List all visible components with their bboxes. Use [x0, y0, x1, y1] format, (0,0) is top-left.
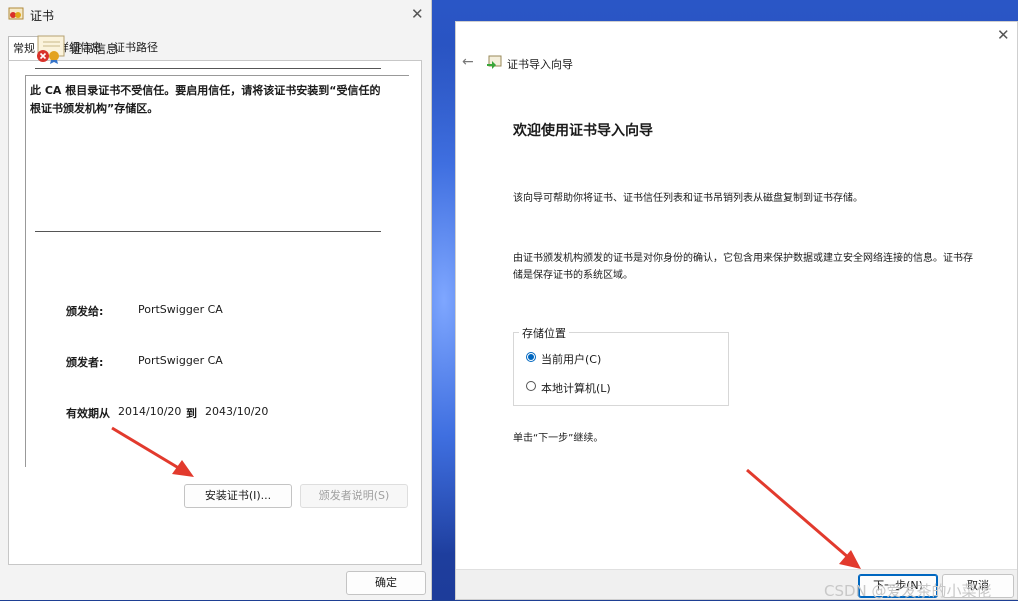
wizard-heading: 欢迎使用证书导入向导 — [513, 123, 653, 139]
certificate-titlebar: 证书 ✕ — [0, 0, 432, 28]
valid-to-label: 到 — [186, 407, 197, 420]
radio-label: 本地计算机(L) — [541, 382, 611, 395]
wizard-title: 证书导入向导 — [507, 58, 573, 71]
wizard-description-text: 由证书颁发机构颁发的证书是对你身份的确认，它包含用来保护数据或建立安全网络连接的… — [513, 253, 973, 281]
radio-label: 当前用户(C) — [541, 353, 602, 366]
certificate-import-wizard: ✕ ← 证书导入向导 欢迎使用证书导入向导 该向导可帮助你将证书、证书信任列表和… — [455, 21, 1018, 600]
issuer-statement-button[interactable]: 颁发者说明(S) — [300, 484, 408, 508]
divider — [35, 68, 381, 69]
radio-button-checked[interactable] — [526, 352, 536, 362]
valid-from-label: 有效期从 — [66, 407, 110, 420]
watermark-text: CSDN @爱发茶的小菜佬 — [824, 582, 992, 600]
valid-to-value: 2043/10/20 — [205, 405, 269, 418]
certificate-error-icon — [37, 35, 65, 64]
info-title: 证书信息 — [70, 42, 119, 56]
install-certificate-button[interactable]: 安装证书(I)... — [184, 484, 292, 508]
certificate-import-icon — [487, 55, 502, 69]
ok-button[interactable]: 确定 — [346, 571, 426, 595]
certificate-dialog: 证书 ✕ 常规 详细信息 证书路径 证书信息 此 CA 根目录证书不受信任。要启… — [0, 0, 432, 600]
dialog-title: 证书 — [30, 9, 55, 23]
issued-by-value: PortSwigger CA — [138, 354, 223, 367]
issued-to-label: 颁发给: — [66, 305, 104, 318]
trust-warning-text: 此 CA 根目录证书不受信任。要启用信任，请将该证书安装到“受信任的根证书颁发机… — [30, 84, 381, 115]
wizard-intro-text: 该向导可帮助你将证书、证书信任列表和证书吊销列表从磁盘复制到证书存储。 — [513, 193, 863, 204]
certificate-icon — [8, 7, 24, 20]
store-location-label: 存储位置 — [519, 325, 569, 341]
close-icon[interactable]: ✕ — [411, 5, 424, 23]
red-arrow-annotation — [746, 468, 861, 569]
radio-button[interactable] — [526, 381, 536, 391]
valid-from-value: 2014/10/20 — [118, 405, 182, 418]
close-icon[interactable]: ✕ — [997, 26, 1010, 44]
issued-by-label: 颁发者: — [66, 356, 104, 369]
continue-hint-text: 单击“下一步”继续。 — [513, 433, 604, 444]
red-arrow-annotation — [111, 426, 194, 477]
issued-to-value: PortSwigger CA — [138, 303, 223, 316]
tab-cert-path[interactable]: 证书路径 — [110, 36, 166, 60]
back-arrow-icon[interactable]: ← — [462, 54, 474, 70]
divider — [35, 231, 381, 232]
